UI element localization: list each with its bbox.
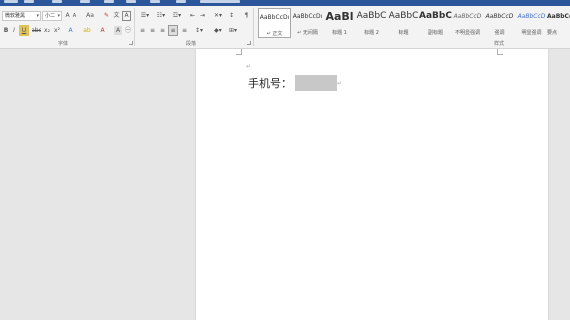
style-name: ↵ 正文: [266, 31, 283, 37]
tab-file[interactable]: [4, 0, 18, 3]
style-item[interactable]: AaBbCcDı ↵ 无间隔: [291, 8, 324, 38]
ribbon: 微软雅黑 ▾ 小二 ▾ A A Aa ✎ 文 A B I U abc x₂ x² A…: [0, 6, 570, 49]
align-left-icon[interactable]: ≡: [138, 26, 147, 35]
tab-design[interactable]: [80, 0, 90, 3]
style-item[interactable]: AaBbC 标题: [387, 8, 420, 38]
text-line[interactable]: 手机号： ↵: [248, 73, 342, 93]
align-center-icon[interactable]: ≡: [148, 26, 157, 35]
multilevel-list-icon[interactable]: ☲▾: [170, 11, 184, 21]
style-sample: AaBbC: [388, 11, 419, 21]
font-name-combo[interactable]: 微软雅黑 ▾: [2, 11, 41, 21]
underline-icon[interactable]: U: [19, 25, 29, 36]
chevron-down-icon: ▾: [57, 13, 60, 19]
phone-field-box[interactable]: [295, 75, 337, 91]
style-name: 标题 1: [332, 30, 347, 36]
borders-icon[interactable]: ⊞▾: [227, 26, 239, 35]
tab-insert[interactable]: [52, 0, 62, 3]
line-spacing-icon[interactable]: ↕▾: [193, 26, 205, 35]
style-name: 副标题: [427, 30, 443, 36]
style-name: 不明显强调: [454, 30, 480, 36]
paragraph-mark: ↵: [246, 63, 252, 70]
italic-icon[interactable]: I: [11, 26, 17, 35]
phonetic-icon[interactable]: 文: [112, 11, 121, 21]
style-sample: AaBbC: [356, 11, 387, 21]
crop-mark: [497, 49, 503, 55]
highlight-icon[interactable]: ab: [82, 26, 92, 35]
grow-font-icon[interactable]: A: [64, 11, 71, 21]
increase-indent-icon[interactable]: ⇥: [198, 11, 207, 21]
group-label-font: 字体: [58, 41, 69, 47]
phone-label: 手机号：: [248, 77, 292, 90]
style-item[interactable]: AaBbCcD 不明显强调: [451, 8, 484, 38]
style-name: 标题: [398, 30, 409, 36]
subscript-icon[interactable]: x₂: [43, 26, 51, 35]
tab-references[interactable]: [126, 0, 136, 3]
style-item[interactable]: AaBbCcD 要点: [547, 8, 570, 38]
style-sample: AaBbCcDı: [292, 13, 323, 20]
bullets-icon[interactable]: ☰▾: [138, 11, 152, 21]
style-sample: AaBbCcD: [453, 13, 482, 20]
divider: [134, 8, 135, 46]
font-color-icon[interactable]: A: [98, 26, 107, 35]
chevron-down-icon: ▾: [36, 13, 39, 19]
style-item[interactable]: AaBbC 副标题: [419, 8, 452, 38]
style-item[interactable]: AaBbCcD 明显强调: [515, 8, 548, 38]
vertical-scrollbar[interactable]: [549, 49, 570, 320]
style-name: 强调: [494, 30, 505, 36]
text-effects-icon[interactable]: A: [66, 26, 75, 35]
style-sample: AaBbCcD: [485, 13, 514, 20]
tab-mailings[interactable]: [150, 0, 160, 3]
style-name: 标题 2: [364, 30, 379, 36]
enclose-char-icon[interactable]: ㊀: [124, 26, 132, 35]
paragraph-mark: ↵: [337, 79, 343, 87]
justify-icon[interactable]: ≡: [168, 25, 178, 36]
crop-mark: [236, 49, 242, 55]
style-sample: AaBbC: [419, 11, 452, 21]
style-sample: AaBl: [325, 10, 354, 23]
tab-layout[interactable]: [104, 0, 114, 3]
clear-format-icon[interactable]: ✎: [102, 11, 111, 21]
shrink-font-icon[interactable]: A: [71, 11, 78, 21]
tab-home[interactable]: [24, 0, 34, 3]
tab-tell-me[interactable]: [200, 0, 240, 3]
bold-icon[interactable]: B: [3, 26, 9, 35]
shading-icon[interactable]: ◆▾: [212, 26, 224, 35]
styles-gallery: AaBbCcDı ↵ 正文 AaBbCcDı ↵ 无间隔 AaBl 标题 1 A…: [256, 8, 570, 38]
group-label-paragraph: 段落: [186, 41, 197, 47]
sort-icon[interactable]: ↕: [227, 11, 236, 21]
font-size-combo[interactable]: 小二 ▾: [42, 11, 62, 21]
show-marks-icon[interactable]: ¶: [242, 11, 251, 21]
decrease-indent-icon[interactable]: ⇤: [188, 11, 197, 21]
style-item[interactable]: AaBbC 标题 2: [355, 8, 388, 38]
change-case-icon[interactable]: Aa: [85, 11, 95, 21]
font-dialog-launcher[interactable]: [129, 41, 133, 45]
char-border-icon[interactable]: A: [122, 11, 131, 21]
superscript-icon[interactable]: x²: [53, 26, 61, 35]
style-name: 要点: [547, 30, 558, 36]
style-name: 明显强调: [521, 30, 542, 36]
font-name-value: 微软雅黑: [5, 13, 26, 19]
numbering-icon[interactable]: ☷▾: [154, 11, 168, 21]
style-item[interactable]: AaBbCcDı ↵ 正文: [258, 8, 291, 38]
chinese-layout-icon[interactable]: ✕▾: [212, 11, 224, 21]
strikethrough-icon[interactable]: abc: [32, 26, 41, 35]
group-label-styles: 样式: [494, 41, 505, 47]
font-size-value: 小二: [45, 13, 56, 19]
style-sample: AaBbCcDı: [259, 14, 290, 21]
style-sample: AaBbCcD: [517, 13, 546, 20]
char-shading-icon[interactable]: A: [114, 26, 122, 35]
style-name: ↵ 无间隔: [297, 30, 318, 36]
tab-review[interactable]: [176, 0, 186, 3]
paragraph-dialog-launcher[interactable]: [247, 41, 251, 45]
align-right-icon[interactable]: ≡: [158, 26, 167, 35]
divider: [253, 8, 254, 46]
style-item[interactable]: AaBbCcD 强调: [483, 8, 516, 38]
style-sample: AaBbCcD: [547, 13, 570, 20]
distributed-icon[interactable]: ≡: [180, 26, 189, 35]
style-item[interactable]: AaBl 标题 1: [323, 8, 356, 38]
